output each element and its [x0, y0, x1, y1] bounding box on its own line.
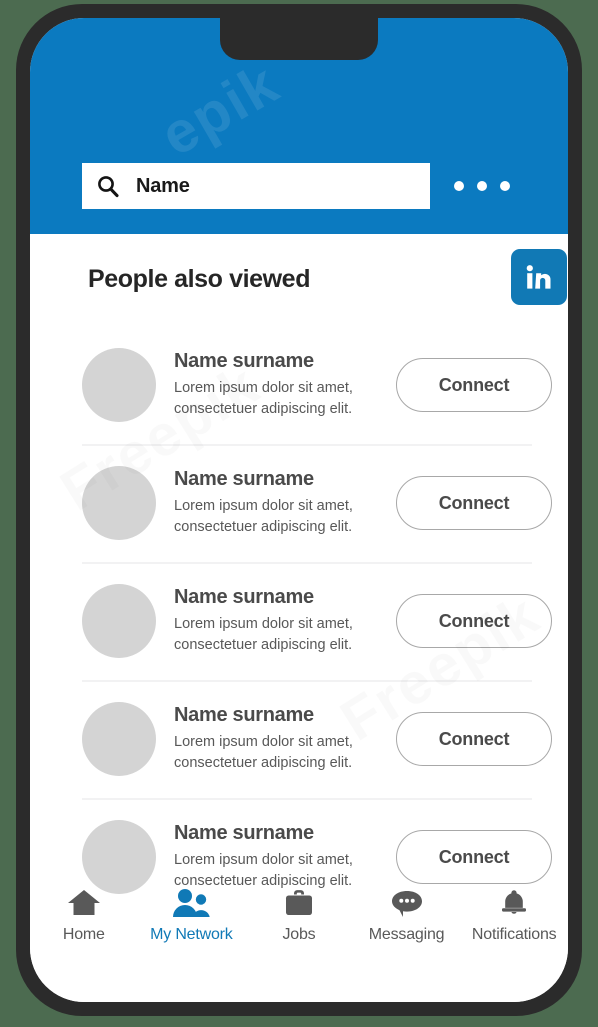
people-icon — [171, 886, 211, 918]
bell-icon — [498, 886, 530, 918]
person-info: Name surname Lorem ipsum dolor sit amet,… — [174, 350, 386, 420]
person-description: Lorem ipsum dolor sit amet, consectetuer… — [174, 496, 386, 538]
briefcase-icon — [283, 886, 315, 918]
person-name: Name surname — [174, 703, 314, 726]
nav-item-notifications[interactable]: Notifications — [460, 886, 568, 944]
linkedin-in-icon — [526, 265, 551, 289]
person-name: Name surname — [174, 585, 314, 608]
more-dot — [477, 181, 487, 191]
person-info: Name surname Lorem ipsum dolor sit amet,… — [174, 586, 386, 656]
avatar — [82, 584, 156, 658]
nav-label-my-network: My Network — [150, 926, 233, 943]
chat-bubble-icon — [390, 886, 424, 918]
search-input[interactable]: Name — [82, 163, 430, 209]
linkedin-logo[interactable] — [511, 249, 567, 305]
avatar — [82, 466, 156, 540]
nav-item-messaging[interactable]: Messaging — [353, 886, 461, 944]
person-name: Name surname — [174, 467, 314, 490]
person-name: Name surname — [174, 821, 314, 844]
person-description: Lorem ipsum dolor sit amet, consectetuer… — [174, 378, 386, 420]
person-description-line1: Lorem ipsum dolor sit amet, — [174, 379, 353, 396]
person-info: Name surname Lorem ipsum dolor sit amet,… — [174, 468, 386, 538]
search-bar-row: Name — [30, 162, 568, 210]
connect-button[interactable]: Connect — [396, 594, 552, 648]
phone-frame: epik Name Freepik Freepik — [16, 4, 582, 1016]
page-title: People also viewed — [88, 265, 311, 293]
phone-notch — [220, 18, 378, 60]
person-name: Name surname — [174, 349, 314, 372]
connect-button[interactable]: Connect — [396, 830, 552, 884]
home-icon — [67, 886, 101, 918]
more-dot — [500, 181, 510, 191]
person-description-line2: consectetuer adipiscing elit. — [174, 519, 353, 535]
person-description: Lorem ipsum dolor sit amet, consectetuer… — [174, 732, 386, 774]
bottom-navigation-bar: Home My Network Jobs Messaging Notificat… — [30, 886, 568, 958]
nav-label-messaging: Messaging — [368, 926, 445, 943]
nav-label-jobs: Jobs — [282, 926, 316, 943]
list-item[interactable]: Name surname Lorem ipsum dolor sit amet,… — [30, 680, 568, 798]
person-info: Name surname Lorem ipsum dolor sit amet,… — [174, 822, 386, 892]
watermark: epik — [150, 50, 291, 169]
list-item[interactable]: Name surname Lorem ipsum dolor sit amet,… — [30, 562, 568, 680]
person-description-line1: Lorem ipsum dolor sit amet, — [174, 615, 353, 632]
more-horizontal-icon[interactable] — [454, 181, 510, 191]
person-description-line2: consectetuer adipiscing elit. — [174, 637, 353, 653]
avatar — [82, 702, 156, 776]
avatar — [82, 348, 156, 422]
people-also-viewed-list: Name surname Lorem ipsum dolor sit amet,… — [30, 326, 568, 916]
nav-label-notifications: Notifications — [471, 926, 557, 943]
person-description-line2: consectetuer adipiscing elit. — [174, 755, 353, 771]
more-dot — [454, 181, 464, 191]
connect-button[interactable]: Connect — [396, 476, 552, 530]
person-description-line2: consectetuer adipiscing elit. — [174, 401, 353, 417]
person-description: Lorem ipsum dolor sit amet, consectetuer… — [174, 614, 386, 656]
search-icon — [98, 176, 119, 198]
nav-item-my-network[interactable]: My Network — [138, 886, 246, 944]
phone-screen: epik Name Freepik Freepik — [30, 18, 568, 1002]
section-header: People also viewed — [30, 234, 568, 326]
list-item[interactable]: Name surname Lorem ipsum dolor sit amet,… — [30, 326, 568, 444]
nav-item-jobs[interactable]: Jobs — [245, 886, 353, 944]
person-description-line1: Lorem ipsum dolor sit amet, — [174, 497, 353, 514]
avatar — [82, 820, 156, 894]
person-description-line1: Lorem ipsum dolor sit amet, — [174, 733, 353, 750]
nav-item-home[interactable]: Home — [30, 886, 138, 944]
list-item[interactable]: Name surname Lorem ipsum dolor sit amet,… — [30, 444, 568, 562]
connect-button[interactable]: Connect — [396, 712, 552, 766]
search-input-value: Name — [136, 174, 190, 197]
person-info: Name surname Lorem ipsum dolor sit amet,… — [174, 704, 386, 774]
nav-label-home: Home — [62, 926, 105, 943]
connect-button[interactable]: Connect — [396, 358, 552, 412]
person-description-line1: Lorem ipsum dolor sit amet, — [174, 851, 353, 868]
